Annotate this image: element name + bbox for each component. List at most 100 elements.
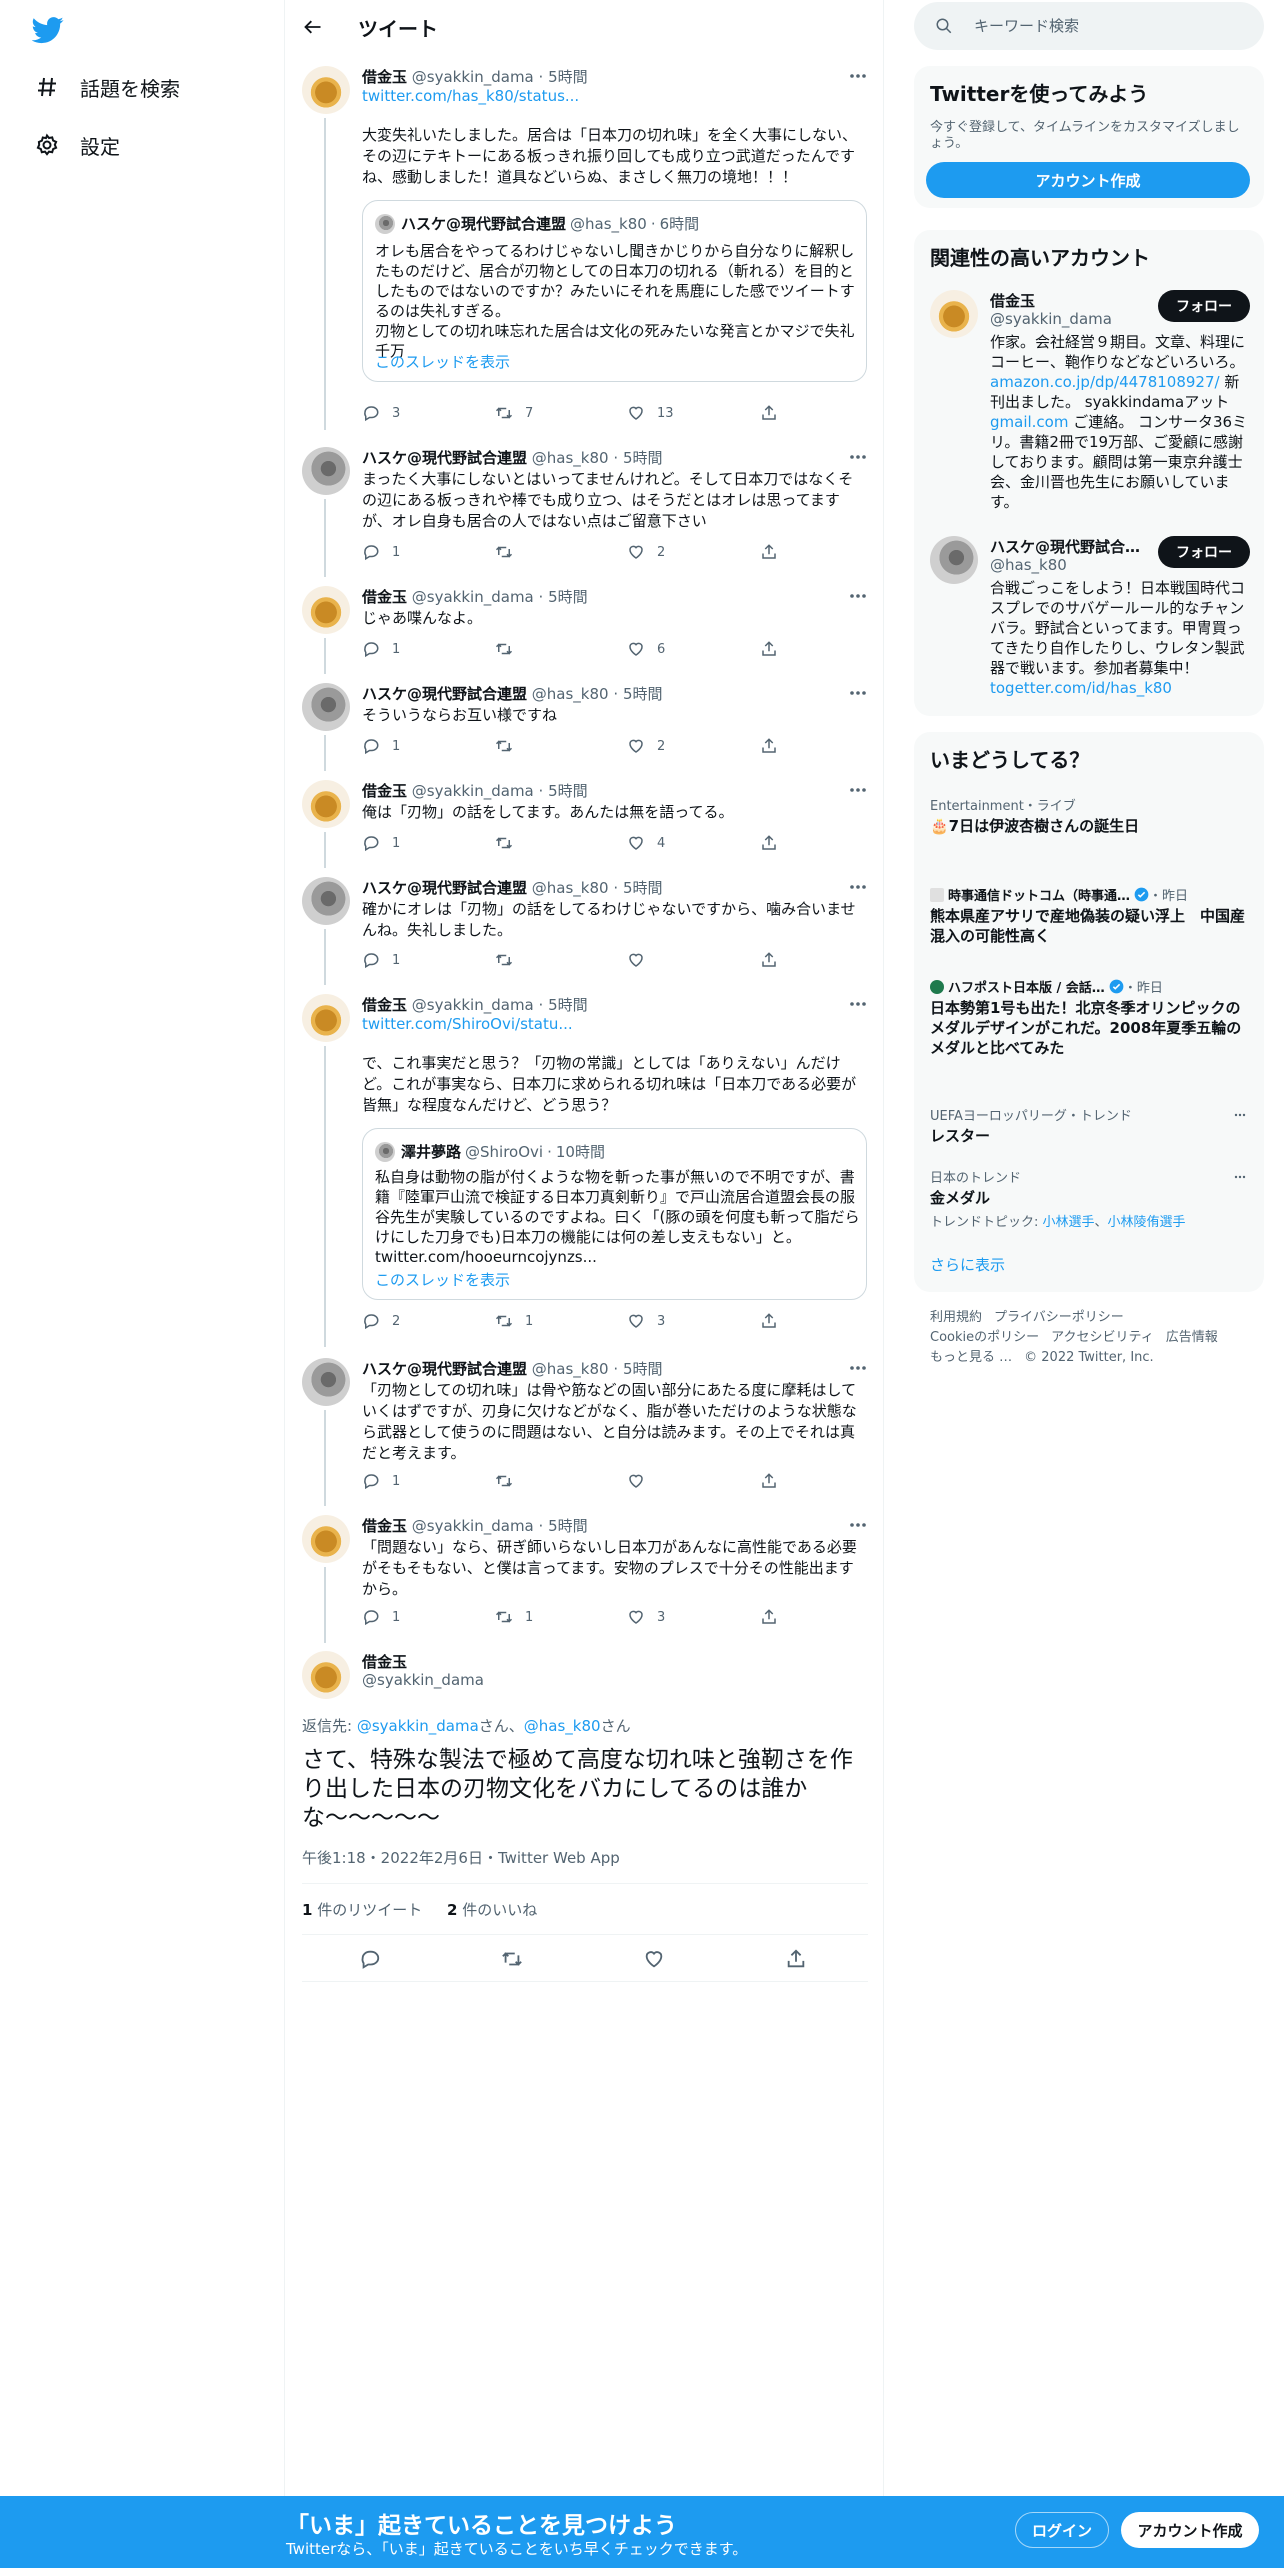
like-button[interactable]: 6: [627, 640, 665, 658]
retweet-button[interactable]: [495, 640, 525, 658]
search-box[interactable]: [914, 2, 1264, 50]
show-more-link[interactable]: さらに表示: [930, 1254, 1005, 1275]
share-button[interactable]: [760, 737, 778, 755]
avatar[interactable]: [302, 586, 350, 634]
share-button[interactable]: [760, 1608, 778, 1626]
banner-signup-button[interactable]: アカウント作成: [1121, 2512, 1259, 2548]
author-name[interactable]: 借金玉: [362, 1517, 407, 1535]
retweet-icon[interactable]: [500, 1947, 524, 1971]
tweet-time[interactable]: 5時間: [623, 1360, 663, 1378]
tweet-time[interactable]: 5時間: [548, 996, 588, 1014]
retweet-button[interactable]: [495, 1472, 525, 1490]
reply-button[interactable]: 1: [362, 640, 400, 658]
like-button[interactable]: 2: [627, 737, 665, 755]
nav-explore[interactable]: 話題を検索: [34, 67, 180, 107]
tweet[interactable]: 借金玉 @syakkin_dama · 5時間 じゃあ喋んなよ。 1 6: [286, 586, 884, 674]
more-options-icon[interactable]: [848, 1515, 868, 1535]
author-name[interactable]: 借金玉: [362, 1651, 407, 1672]
search-input[interactable]: [974, 17, 1234, 35]
tweet[interactable]: 借金玉 @syakkin_dama · 5時間 twitter.com/has_…: [286, 66, 884, 430]
reply-to-user-link[interactable]: @syakkin_dama: [357, 1717, 479, 1735]
avatar[interactable]: [302, 66, 350, 114]
reply-icon[interactable]: [358, 1947, 382, 1971]
like-stat[interactable]: 2 件のいいね: [447, 1901, 537, 1919]
account-item[interactable]: 借金玉 @syakkin_dama フォロー 作家。会社経営９期目。文章、料理に…: [930, 290, 1250, 511]
reply-button[interactable]: 1: [362, 834, 400, 852]
share-button[interactable]: [760, 951, 778, 969]
avatar[interactable]: [302, 1358, 350, 1406]
reply-button[interactable]: 2: [362, 1312, 400, 1330]
more-options-icon[interactable]: [1230, 1167, 1250, 1187]
share-button[interactable]: [760, 543, 778, 561]
tweet-link[interactable]: twitter.com/ShiroOvi/statu...: [362, 1015, 573, 1033]
reply-button[interactable]: 1: [362, 1472, 400, 1490]
retweet-button[interactable]: 1: [495, 1312, 533, 1330]
account-item[interactable]: ハスケ@現代野試合連盟 @has_k80 フォロー 合戦ごっこをしよう！日本戦国…: [930, 536, 1250, 706]
footer-link[interactable]: プライバシーポリシー: [994, 1310, 1124, 1325]
footer-link[interactable]: もっと見る …: [930, 1350, 1012, 1365]
like-button[interactable]: [627, 1472, 657, 1490]
reply-to-user-link[interactable]: @has_k80: [524, 1717, 601, 1735]
footer-link[interactable]: アクセシビリティ: [1051, 1330, 1154, 1345]
tweet[interactable]: 借金玉 @syakkin_dama · 5時間 「問題ない」なら、研ぎ師いらない…: [286, 1515, 884, 1643]
bio-link[interactable]: gmail.com: [990, 413, 1068, 431]
share-button[interactable]: [760, 640, 778, 658]
share-button[interactable]: [760, 1312, 778, 1330]
avatar[interactable]: [302, 447, 350, 495]
author-name[interactable]: 借金玉: [362, 68, 407, 86]
tweet[interactable]: 借金玉 @syakkin_dama · 5時間 twitter.com/Shir…: [286, 994, 884, 1347]
like-button[interactable]: 3: [627, 1312, 665, 1330]
heart-icon[interactable]: [642, 1947, 666, 1971]
author-name[interactable]: ハスケ@現代野試合連盟: [362, 449, 527, 467]
avatar[interactable]: [930, 536, 978, 584]
quote-tweet[interactable]: ハスケ@現代野試合連盟 @has_k80 · 6時間 オレも居合をやってるわけじ…: [362, 200, 867, 382]
show-thread-link[interactable]: このスレッドを表示: [375, 351, 510, 372]
retweet-button[interactable]: [495, 834, 525, 852]
account-name[interactable]: 借金玉: [990, 290, 1150, 311]
login-button[interactable]: ログイン: [1015, 2512, 1109, 2548]
share-button[interactable]: [760, 404, 778, 422]
tweet-time[interactable]: 5時間: [548, 68, 588, 86]
tweet-link[interactable]: twitter.com/has_k80/status...: [362, 87, 579, 105]
like-button[interactable]: 2: [627, 543, 665, 561]
share-icon[interactable]: [784, 1947, 808, 1971]
footer-link[interactable]: 広告情報: [1166, 1330, 1218, 1345]
retweet-button[interactable]: [495, 543, 525, 561]
retweet-button[interactable]: [495, 951, 525, 969]
author-name[interactable]: ハスケ@現代野試合連盟: [362, 685, 527, 703]
news-item[interactable]: ハフポスト日本版 / 会話… ・昨日 日本勢第1号も出た！北京冬季オリンピックの…: [930, 977, 1250, 1058]
avatar[interactable]: [302, 1651, 350, 1699]
tweet-timestamp[interactable]: 午後1:18・2022年2月6日・Twitter Web App: [302, 1847, 620, 1868]
author-name[interactable]: ハスケ@現代野試合連盟: [362, 879, 527, 897]
tweet-time[interactable]: 5時間: [623, 879, 663, 897]
more-options-icon[interactable]: [848, 780, 868, 800]
quote-tweet[interactable]: 澤井夢路 @ShiroOvi · 10時間 私自身は動物の脂が付くような物を斬っ…: [362, 1128, 867, 1300]
tweet[interactable]: 借金玉 @syakkin_dama · 5時間 俺は「刃物」の話をしてます。あん…: [286, 780, 884, 868]
share-button[interactable]: [760, 1472, 778, 1490]
share-button[interactable]: [760, 834, 778, 852]
like-button[interactable]: 4: [627, 834, 665, 852]
like-button[interactable]: 3: [627, 1608, 665, 1626]
reply-button[interactable]: 1: [362, 737, 400, 755]
tweet-time[interactable]: 5時間: [548, 782, 588, 800]
trend-topic-link[interactable]: 小林選手: [1043, 1215, 1095, 1230]
nav-settings[interactable]: 設定: [34, 125, 120, 165]
avatar[interactable]: [930, 290, 978, 338]
create-account-button[interactable]: アカウント作成: [926, 162, 1250, 198]
bio-link[interactable]: amazon.co.jp/dp/4478108927/: [990, 373, 1220, 391]
like-button[interactable]: 13: [627, 404, 674, 422]
show-thread-link[interactable]: このスレッドを表示: [375, 1269, 510, 1290]
more-options-icon[interactable]: [1230, 1105, 1250, 1125]
retweet-button[interactable]: 7: [495, 404, 533, 422]
reply-button[interactable]: 1: [362, 1608, 400, 1626]
more-options-icon[interactable]: [848, 877, 868, 897]
retweet-stat[interactable]: 1 件のリツイート: [302, 1901, 422, 1919]
reply-button[interactable]: 3: [362, 404, 400, 422]
account-name[interactable]: ハスケ@現代野試合連盟: [990, 536, 1150, 557]
more-options-icon[interactable]: [848, 586, 868, 606]
retweet-button[interactable]: [495, 737, 525, 755]
tweet-time[interactable]: 5時間: [623, 685, 663, 703]
avatar[interactable]: [302, 780, 350, 828]
bio-link[interactable]: togetter.com/id/has_k80: [990, 679, 1172, 697]
follow-button[interactable]: フォロー: [1158, 536, 1250, 568]
